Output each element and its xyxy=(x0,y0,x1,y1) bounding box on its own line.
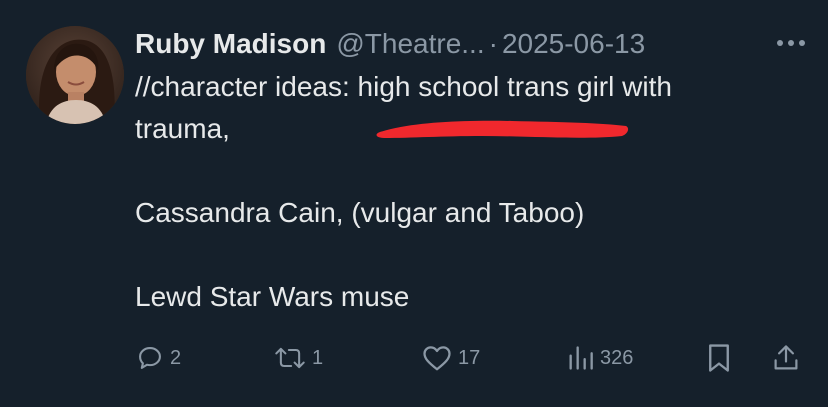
tweet-text-line: //character ideas: high school trans gir… xyxy=(135,71,672,102)
reply-count: 2 xyxy=(170,346,182,369)
tweet-header: Ruby Madison @Theatre... · 2025-06-13 xyxy=(135,26,645,62)
header-separator: · xyxy=(488,28,498,59)
views-button[interactable]: 326 xyxy=(566,338,633,378)
user-handle[interactable]: @Theatre... xyxy=(336,28,484,60)
bookmark-button[interactable] xyxy=(706,338,732,378)
reply-icon xyxy=(139,347,161,369)
share-button[interactable] xyxy=(772,338,800,378)
tweet-text-line xyxy=(135,150,815,192)
bookmark-icon xyxy=(709,344,729,372)
tweet-text-line: Cassandra Cain, (vulgar and Taboo) xyxy=(135,197,585,228)
more-options-button[interactable] xyxy=(774,28,808,58)
heart-icon xyxy=(423,346,451,371)
tweet-date[interactable]: 2025-06-13 xyxy=(502,28,645,60)
tweet-card[interactable]: Ruby Madison @Theatre... · 2025-06-13 //… xyxy=(0,0,828,407)
red-scribble-annotation xyxy=(376,120,629,138)
tweet-text: //character ideas: high school trans gir… xyxy=(135,66,815,318)
reply-button[interactable]: 2 xyxy=(136,338,181,378)
avatar[interactable] xyxy=(26,26,124,124)
tweet-actions-bar: 2 1 17 326 xyxy=(0,338,828,378)
views-icon xyxy=(569,346,593,370)
tweet-text-line xyxy=(135,234,815,276)
display-name[interactable]: Ruby Madison xyxy=(135,28,326,60)
repost-button[interactable]: 1 xyxy=(274,338,323,378)
more-dots-icon xyxy=(777,40,805,46)
share-icon xyxy=(774,345,798,370)
tweet-text-line: Lewd Star Wars muse xyxy=(135,281,410,312)
avatar-photo xyxy=(26,26,124,124)
repost-icon xyxy=(275,347,305,369)
like-button[interactable]: 17 xyxy=(422,338,480,378)
views-count: 326 xyxy=(600,346,634,369)
repost-count: 1 xyxy=(312,346,324,369)
like-count: 17 xyxy=(458,346,481,369)
